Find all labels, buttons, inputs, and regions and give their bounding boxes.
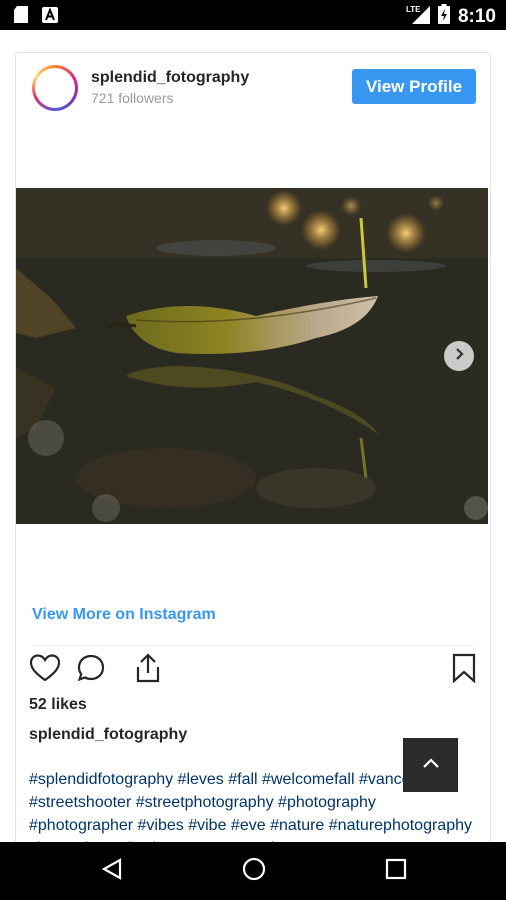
follower-count: 721 followers: [91, 90, 174, 106]
avatar[interactable]: [32, 65, 78, 111]
svg-text:LTE: LTE: [406, 5, 421, 14]
scroll-to-top-button[interactable]: [403, 738, 458, 792]
heart-icon: [29, 653, 61, 688]
status-bar: LTE 8:10: [0, 0, 506, 30]
action-bar: [28, 652, 476, 689]
likes-count: 52 likes: [29, 696, 87, 713]
like-button[interactable]: [28, 653, 62, 687]
caption-username[interactable]: splendid_fotography: [29, 726, 187, 744]
home-circle-icon: [242, 857, 266, 886]
view-profile-button[interactable]: View Profile: [352, 69, 476, 104]
recents-button[interactable]: [382, 857, 410, 885]
share-icon: [133, 652, 163, 689]
screen: LTE 8:10 splendid_fotography 721 followe…: [0, 0, 506, 900]
status-left: [14, 6, 58, 28]
comment-icon: [76, 653, 106, 688]
battery-icon: [437, 4, 450, 29]
home-button[interactable]: [240, 857, 268, 885]
back-triangle-icon: [100, 857, 124, 886]
recents-square-icon: [385, 858, 407, 885]
back-button[interactable]: [98, 857, 126, 885]
profile-username[interactable]: splendid_fotography: [91, 69, 249, 87]
bookmark-icon: [451, 653, 477, 688]
sd-card-icon: [14, 6, 28, 28]
next-slide-button[interactable]: [444, 341, 474, 371]
instagram-embed-card: splendid_fotography 721 followers View P…: [15, 52, 491, 857]
text-app-icon: [42, 6, 58, 28]
status-time: 8:10: [457, 5, 496, 27]
divider: [32, 645, 476, 646]
status-right: LTE 8:10: [406, 4, 496, 29]
save-button[interactable]: [447, 653, 481, 687]
chevron-up-icon: [421, 756, 441, 775]
comment-button[interactable]: [74, 653, 108, 687]
chevron-right-icon: [452, 347, 466, 366]
share-button[interactable]: [131, 652, 165, 689]
navigation-bar: [0, 842, 506, 900]
leaf-photo: [16, 188, 488, 524]
lte-signal-icon: LTE: [406, 4, 430, 29]
post-image[interactable]: [16, 188, 488, 524]
view-more-link[interactable]: View More on Instagram: [32, 606, 216, 624]
